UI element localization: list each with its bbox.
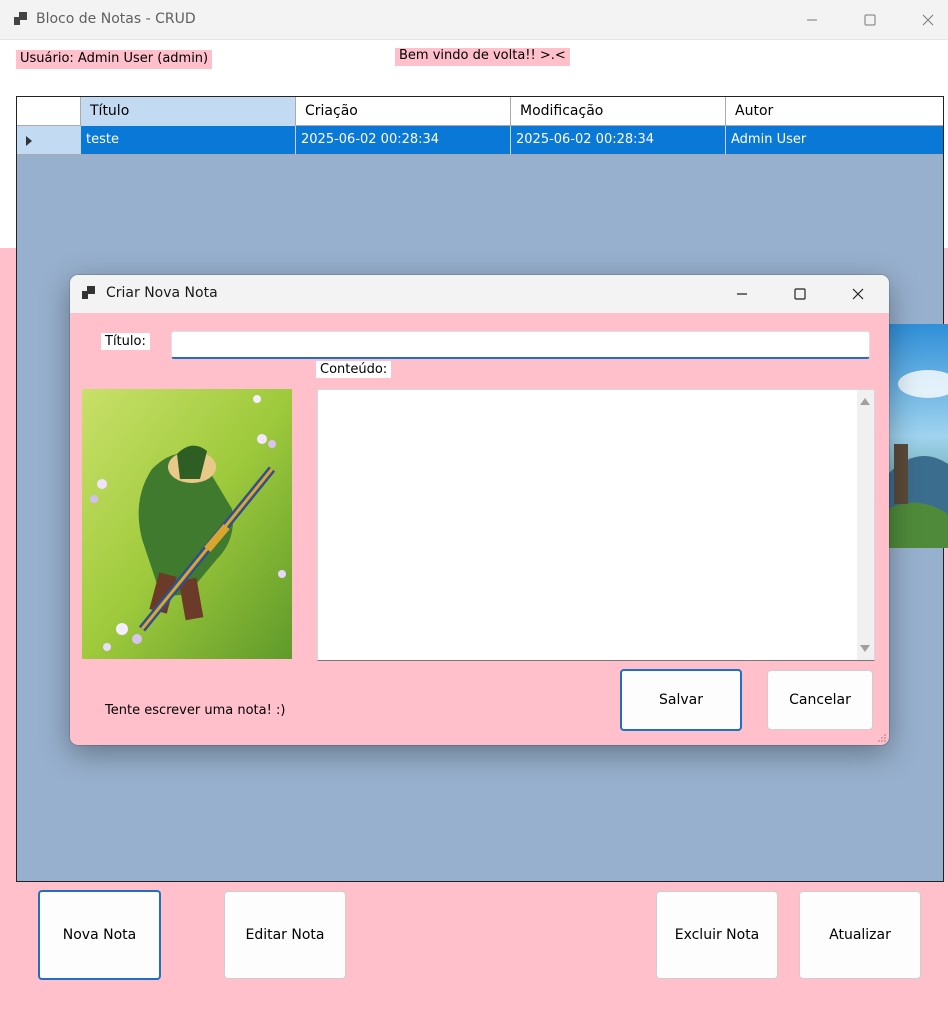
cell-autor[interactable]: Admin User — [726, 126, 943, 154]
background-picture — [888, 324, 948, 548]
welcome-label: Bem vindo de volta!! >.< — [395, 48, 570, 66]
cell-modificacao[interactable]: 2025-06-02 00:28:34 — [511, 126, 726, 154]
row-header[interactable] — [17, 126, 81, 154]
main-title-bar: Bloco de Notas - CRUD — [0, 0, 948, 40]
editar-nota-button[interactable]: Editar Nota — [224, 891, 346, 979]
minimize-button[interactable] — [783, 0, 841, 40]
maximize-button[interactable] — [841, 0, 899, 40]
app-window-icon — [14, 12, 27, 25]
close-icon — [852, 288, 864, 300]
character-picture — [82, 389, 292, 659]
dialog-maximize-button[interactable] — [771, 275, 829, 313]
conteudo-textarea[interactable] — [318, 390, 858, 660]
conteudo-label: Conteúdo: — [316, 361, 392, 378]
window-title: Bloco de Notas - CRUD — [36, 11, 196, 27]
column-header-criacao[interactable]: Criação — [296, 97, 511, 126]
maximize-icon — [794, 288, 806, 300]
grid-corner-cell[interactable] — [17, 97, 81, 126]
cell-titulo[interactable]: teste — [81, 126, 296, 154]
minimize-icon — [737, 293, 747, 295]
table-row[interactable]: teste 2025-06-02 00:28:34 2025-06-02 00:… — [17, 126, 943, 155]
excluir-nota-button[interactable]: Excluir Nota — [656, 891, 778, 979]
salvar-button[interactable]: Salvar — [620, 669, 742, 731]
user-label: Usuário: Admin User (admin) — [16, 50, 213, 69]
dialog-close-button[interactable] — [829, 275, 887, 313]
close-button[interactable] — [899, 0, 948, 40]
dialog-minimize-button[interactable] — [713, 275, 771, 313]
hint-label: Tente escrever uma nota! :) — [105, 703, 286, 718]
conteudo-textarea-box — [317, 389, 875, 661]
cell-criacao[interactable]: 2025-06-02 00:28:34 — [296, 126, 511, 154]
scroll-up-icon[interactable] — [860, 398, 870, 405]
scroll-down-icon[interactable] — [860, 645, 870, 652]
column-header-autor[interactable]: Autor — [726, 97, 943, 126]
titulo-label: Título: — [101, 333, 150, 350]
vertical-scrollbar[interactable] — [857, 390, 874, 660]
cancelar-button[interactable]: Cancelar — [767, 670, 873, 730]
nova-nota-button[interactable]: Nova Nota — [38, 890, 161, 980]
row-indicator-icon — [26, 136, 32, 146]
minimize-icon — [807, 19, 817, 21]
maximize-icon — [864, 14, 876, 26]
close-icon — [922, 14, 934, 26]
dialog-title: Criar Nova Nota — [106, 285, 218, 301]
column-header-titulo[interactable]: Título — [81, 97, 296, 126]
atualizar-button[interactable]: Atualizar — [799, 891, 921, 979]
dialog-title-bar: Criar Nova Nota — [70, 275, 889, 313]
grid-header: Título Criação Modificação Autor — [17, 97, 943, 126]
create-note-dialog: Criar Nova Nota Título: Conteúdo: Tente … — [70, 275, 889, 745]
resize-grip-icon[interactable] — [877, 733, 887, 743]
column-header-modificacao[interactable]: Modificação — [511, 97, 726, 126]
app-window-icon — [82, 286, 95, 299]
titulo-input[interactable] — [171, 331, 870, 359]
